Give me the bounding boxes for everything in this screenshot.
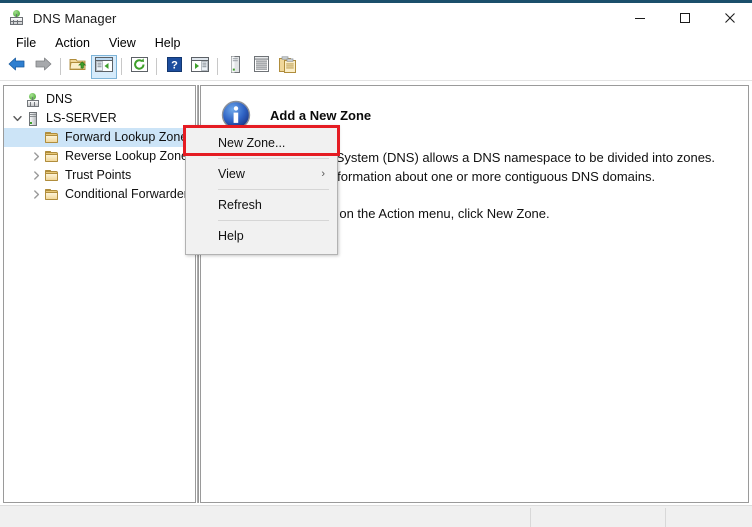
back-arrow-icon bbox=[7, 56, 27, 77]
folder-up-icon bbox=[69, 56, 87, 77]
tree-node-reverse-lookup-zones[interactable]: Reverse Lookup Zones bbox=[4, 147, 195, 166]
action-pane-icon bbox=[191, 56, 209, 77]
refresh-button[interactable] bbox=[126, 55, 152, 79]
toolbar-separator bbox=[60, 58, 61, 75]
new-server-button[interactable] bbox=[222, 55, 248, 79]
menu-view[interactable]: View bbox=[100, 34, 146, 53]
tree-node-ls-server[interactable]: LS-SERVER bbox=[4, 109, 195, 128]
dns-root-icon bbox=[25, 92, 41, 108]
content-header: Add a New Zone bbox=[201, 86, 748, 130]
content-title: Add a New Zone bbox=[270, 107, 372, 123]
menu-help[interactable]: Help bbox=[146, 34, 191, 53]
expand-collapse-icon[interactable] bbox=[28, 166, 44, 185]
expand-collapse-icon[interactable] bbox=[9, 109, 25, 128]
help-question-icon: ? bbox=[166, 56, 182, 77]
status-bar-separator bbox=[530, 508, 531, 527]
tree-label-reverse-lookup-zones: Reverse Lookup Zones bbox=[65, 149, 195, 163]
twisty-placeholder bbox=[9, 90, 25, 109]
server-icon bbox=[25, 111, 41, 127]
context-menu-help-label: Help bbox=[218, 229, 244, 243]
status-bar-separator bbox=[665, 508, 666, 527]
console-tree-icon bbox=[95, 56, 113, 77]
tree-label-trust-points: Trust Points bbox=[65, 168, 132, 182]
maximize-button[interactable] bbox=[662, 3, 707, 33]
tree-node-forward-lookup-zones[interactable]: Forward Lookup Zones bbox=[4, 128, 195, 147]
properties-button[interactable] bbox=[248, 55, 274, 79]
context-menu-refresh-label: Refresh bbox=[218, 198, 262, 212]
twisty-placeholder bbox=[28, 128, 44, 147]
context-menu-new-zone[interactable]: New Zone... bbox=[186, 128, 337, 158]
context-menu[interactable]: New Zone... View › Refresh Help bbox=[185, 125, 338, 255]
show-action-pane-button[interactable] bbox=[187, 55, 213, 79]
context-menu-new-zone-label: New Zone... bbox=[218, 136, 286, 150]
menu-file[interactable]: File bbox=[7, 34, 46, 53]
tree-label-forward-lookup-zones: Forward Lookup Zones bbox=[65, 130, 194, 144]
toolbar: ? bbox=[0, 53, 752, 81]
folder-icon bbox=[44, 168, 60, 184]
context-menu-view[interactable]: View › bbox=[186, 159, 337, 189]
refresh-icon bbox=[130, 56, 148, 77]
toolbar-separator bbox=[217, 58, 218, 75]
context-menu-help[interactable]: Help bbox=[186, 221, 337, 251]
tree-label-dns: DNS bbox=[46, 92, 73, 106]
up-one-level-button[interactable] bbox=[65, 55, 91, 79]
minimize-button[interactable] bbox=[617, 3, 662, 33]
expand-collapse-icon[interactable] bbox=[28, 147, 44, 166]
back-button[interactable] bbox=[4, 55, 30, 79]
forward-arrow-icon bbox=[33, 56, 53, 77]
menu-action[interactable]: Action bbox=[46, 34, 100, 53]
list-properties-icon bbox=[253, 56, 269, 77]
context-menu-view-label: View bbox=[218, 167, 245, 181]
tree-node-trust-points[interactable]: Trust Points bbox=[4, 166, 195, 185]
window-controls bbox=[617, 3, 752, 33]
copy-button[interactable] bbox=[274, 55, 300, 79]
dns-manager-icon bbox=[9, 10, 25, 26]
tree-label-ls-server: LS-SERVER bbox=[46, 111, 117, 125]
chevron-right-icon: › bbox=[321, 168, 325, 180]
show-hide-console-tree-button[interactable] bbox=[91, 54, 117, 79]
help-button[interactable]: ? bbox=[161, 55, 187, 79]
tree-node-dns[interactable]: DNS bbox=[4, 90, 195, 109]
server-icon bbox=[230, 55, 241, 78]
folder-icon bbox=[44, 130, 60, 146]
menu-bar: File Action View Help bbox=[0, 33, 752, 53]
folder-icon bbox=[44, 149, 60, 165]
dns-manager-window: DNS Manager File Action View Help ? DNS … bbox=[0, 0, 752, 527]
toolbar-separator bbox=[156, 58, 157, 75]
context-menu-refresh[interactable]: Refresh bbox=[186, 190, 337, 220]
close-button[interactable] bbox=[707, 3, 752, 33]
tree-label-conditional-forwarders: Conditional Forwarders bbox=[65, 187, 195, 201]
window-title: DNS Manager bbox=[33, 10, 117, 26]
expand-collapse-icon[interactable] bbox=[28, 185, 44, 204]
status-bar bbox=[0, 505, 752, 527]
svg-text:?: ? bbox=[171, 59, 178, 71]
console-tree-pane[interactable]: DNS LS-SERVER Forward Lookup Zones Rever… bbox=[3, 85, 196, 503]
forward-button[interactable] bbox=[30, 55, 56, 79]
tree-node-conditional-forwarders[interactable]: Conditional Forwarders bbox=[4, 185, 195, 204]
copy-clipboard-icon bbox=[278, 55, 296, 78]
toolbar-separator bbox=[121, 58, 122, 75]
folder-icon bbox=[44, 187, 60, 203]
dns-tree: DNS LS-SERVER Forward Lookup Zones Rever… bbox=[4, 86, 195, 204]
